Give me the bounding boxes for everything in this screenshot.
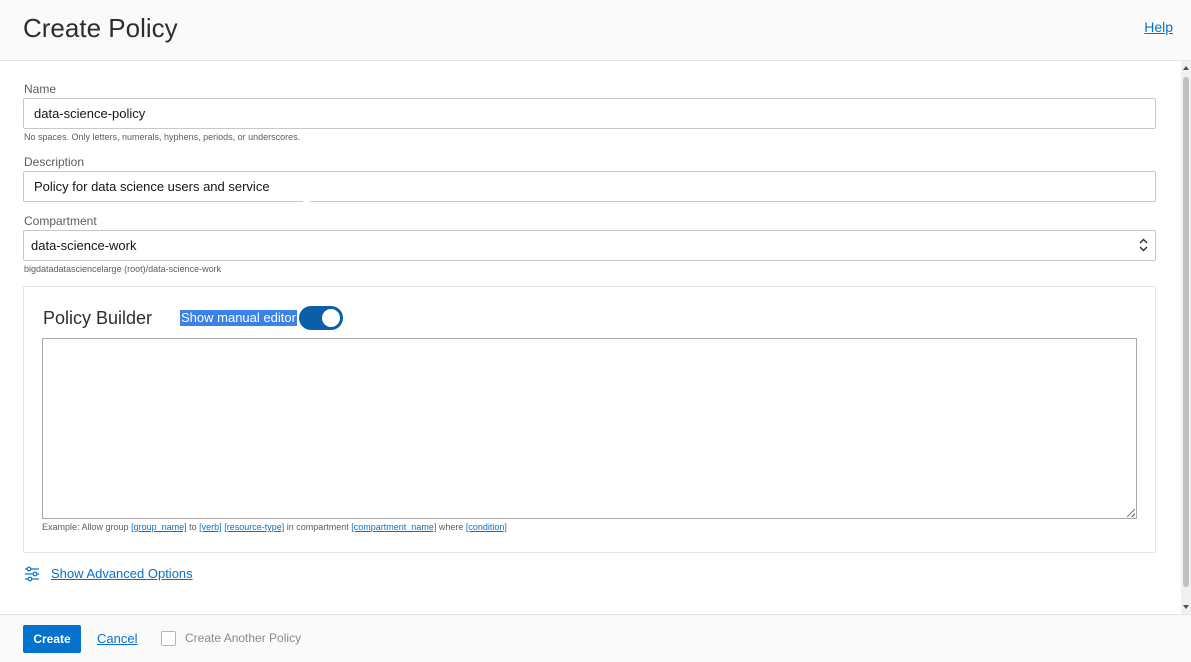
scrollbar-thumb[interactable] bbox=[1183, 77, 1189, 587]
example-where: where bbox=[438, 522, 464, 532]
description-label: Description bbox=[24, 155, 85, 169]
page-scrollbar[interactable] bbox=[1181, 61, 1191, 614]
name-hint: No spaces. Only letters, numerals, hyphe… bbox=[24, 132, 301, 142]
manual-editor-toggle[interactable] bbox=[299, 306, 343, 330]
toggle-knob bbox=[322, 309, 340, 327]
resize-grip-icon[interactable] bbox=[1127, 509, 1135, 517]
form-footer: Create Cancel Create Another Policy bbox=[0, 614, 1191, 662]
description-cursor-gap bbox=[303, 200, 310, 204]
compartment-select-value: data-science-work bbox=[31, 238, 137, 253]
compartment-label: Compartment bbox=[24, 214, 97, 228]
manual-editor-label[interactable]: Show manual editor bbox=[180, 310, 297, 326]
compartment-select[interactable]: data-science-work bbox=[23, 230, 1156, 261]
updown-chevron-icon bbox=[1138, 238, 1148, 253]
create-button[interactable]: Create bbox=[23, 625, 81, 653]
name-input[interactable]: data-science-policy bbox=[23, 98, 1156, 129]
scroll-up-arrow-icon[interactable] bbox=[1183, 66, 1189, 70]
policy-example: Example: Allow group [group_name] to [ve… bbox=[42, 522, 507, 532]
policy-builder-title: Policy Builder bbox=[43, 308, 153, 328]
scroll-down-arrow-icon[interactable] bbox=[1183, 605, 1189, 609]
example-resource-token[interactable]: [resource-type] bbox=[224, 522, 284, 532]
description-input[interactable]: Policy for data science users and servic… bbox=[23, 171, 1156, 204]
example-compartment-token[interactable]: [compartment_name] bbox=[351, 522, 436, 532]
example-to: to bbox=[189, 522, 197, 532]
example-verb-token[interactable]: [verb] bbox=[199, 522, 222, 532]
sliders-icon bbox=[24, 566, 40, 582]
example-group-token[interactable]: [group_name] bbox=[131, 522, 187, 532]
name-input-value: data-science-policy bbox=[34, 106, 146, 121]
policy-builder-panel: Policy Builder Show manual editor Exampl… bbox=[23, 286, 1156, 553]
advanced-options-link[interactable]: Show Advanced Options bbox=[51, 566, 193, 581]
compartment-path: bigdatadatasciencelarge (root)/data-scie… bbox=[24, 264, 222, 274]
example-in-compartment: in compartment bbox=[286, 522, 349, 532]
policy-statement-editor[interactable] bbox=[42, 338, 1137, 519]
example-condition-token[interactable]: [condition] bbox=[466, 522, 507, 532]
help-link[interactable]: Help bbox=[1144, 19, 1173, 35]
name-label: Name bbox=[24, 82, 57, 96]
create-another-label[interactable]: Create Another Policy bbox=[185, 631, 301, 645]
page-title: Create Policy bbox=[23, 13, 178, 43]
cancel-link[interactable]: Cancel bbox=[97, 631, 137, 646]
example-prefix: Example: Allow group bbox=[42, 522, 129, 532]
description-input-value: Policy for data science users and servic… bbox=[34, 179, 270, 194]
page-header: Create Policy Help bbox=[0, 0, 1191, 61]
create-another-checkbox[interactable] bbox=[161, 631, 176, 646]
